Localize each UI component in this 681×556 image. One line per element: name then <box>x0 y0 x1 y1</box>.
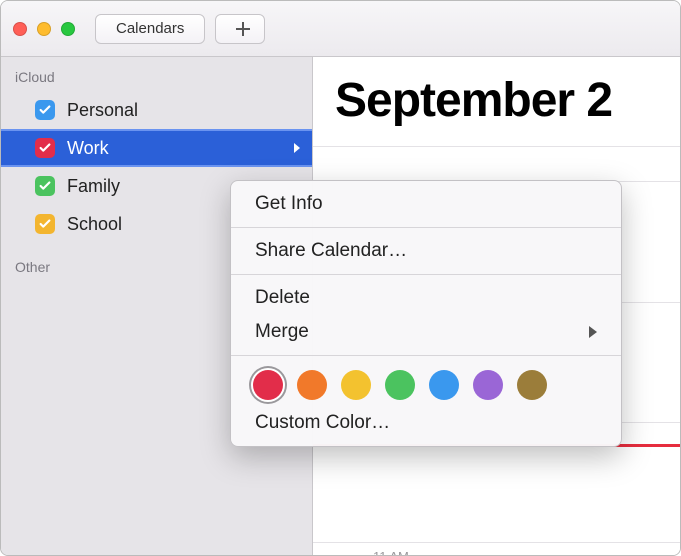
menu-separator <box>231 274 621 275</box>
menu-separator <box>231 227 621 228</box>
month-title: September 2 <box>313 57 680 146</box>
close-window-button[interactable] <box>13 22 27 36</box>
context-menu: Get Info Share Calendar… Delete Merge Cu… <box>230 180 622 447</box>
menu-item-label: Custom Color… <box>255 412 390 434</box>
sidebar-item-personal[interactable]: Personal <box>1 91 312 129</box>
color-swatch-red[interactable] <box>253 370 283 400</box>
color-swatch-purple[interactable] <box>473 370 503 400</box>
checkmark-icon <box>38 179 52 193</box>
menu-custom-color[interactable]: Custom Color… <box>231 406 621 440</box>
calendar-item-label: Family <box>67 176 120 197</box>
menu-share-calendar[interactable]: Share Calendar… <box>231 234 621 268</box>
checkmark-icon <box>38 217 52 231</box>
sidebar-item-work[interactable]: Work <box>1 129 312 167</box>
add-button[interactable] <box>215 14 265 44</box>
color-swatch-row <box>231 362 621 406</box>
calendars-button-label: Calendars <box>116 20 184 37</box>
checkmark-icon <box>38 141 52 155</box>
traffic-lights <box>13 22 75 36</box>
plus-icon <box>236 22 244 36</box>
calendar-checkbox[interactable] <box>35 176 55 196</box>
calendar-item-label: Work <box>67 138 109 159</box>
menu-item-label: Merge <box>255 321 309 343</box>
calendar-checkbox[interactable] <box>35 100 55 120</box>
sidebar-section-icloud: iCloud <box>1 65 312 91</box>
menu-item-label: Delete <box>255 287 310 309</box>
allday-row <box>313 146 680 182</box>
color-swatch-blue[interactable] <box>429 370 459 400</box>
calendar-checkbox[interactable] <box>35 214 55 234</box>
color-swatch-orange[interactable] <box>297 370 327 400</box>
checkmark-icon <box>38 103 52 117</box>
color-swatch-yellow[interactable] <box>341 370 371 400</box>
maximize-window-button[interactable] <box>61 22 75 36</box>
color-swatch-brown[interactable] <box>517 370 547 400</box>
hour-label: 11 AM <box>373 549 409 555</box>
menu-get-info[interactable]: Get Info <box>231 187 621 221</box>
menu-item-label: Get Info <box>255 193 323 215</box>
titlebar: Calendars <box>1 1 680 57</box>
minimize-window-button[interactable] <box>37 22 51 36</box>
hour-line: 11 AM <box>313 542 680 555</box>
color-swatch-green[interactable] <box>385 370 415 400</box>
menu-delete[interactable]: Delete <box>231 281 621 315</box>
calendar-checkbox[interactable] <box>35 138 55 158</box>
menu-item-label: Share Calendar… <box>255 240 407 262</box>
calendar-item-label: Personal <box>67 100 138 121</box>
menu-separator <box>231 355 621 356</box>
chevron-right-icon <box>294 143 300 153</box>
menu-merge[interactable]: Merge <box>231 315 621 349</box>
calendar-item-label: School <box>67 214 122 235</box>
chevron-right-icon <box>589 326 597 338</box>
calendars-button[interactable]: Calendars <box>95 14 205 44</box>
